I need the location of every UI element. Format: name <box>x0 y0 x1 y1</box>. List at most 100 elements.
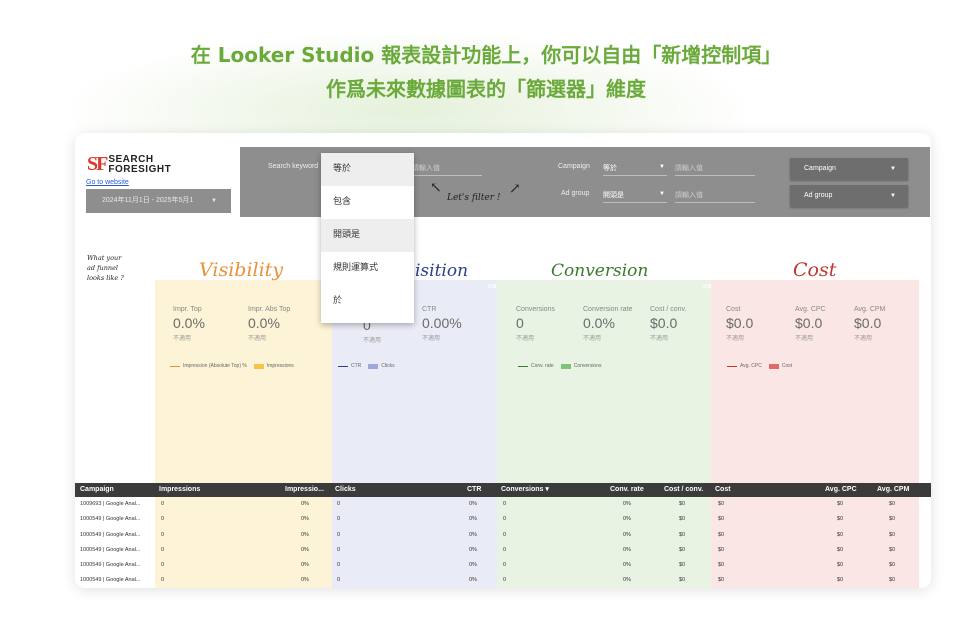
table-row[interactable]: 1000549 | Google Anal... 0 0% 0 0% 0 0% $0 $0 $0 $… <box>75 542 931 559</box>
row-cell-bg <box>919 497 931 513</box>
dropdown-option-regex[interactable]: 規則運算式 <box>321 252 414 285</box>
dropdown-option-equals[interactable]: 等於 <box>321 153 414 186</box>
table-cell: 0 <box>161 501 165 507</box>
legend-label: Clicks <box>381 363 395 369</box>
dropdown-option-contains[interactable]: 包含 <box>321 186 414 219</box>
funnel-note-line-1: What your <box>87 254 122 262</box>
go-to-website-link[interactable]: Go to website <box>86 179 129 186</box>
headline: 在 Looker Studio 報表設計功能上，你可以自由「新增控制項」 作爲未… <box>0 38 972 106</box>
col-cost[interactable]: Cost <box>715 483 731 497</box>
row-cell-bg <box>711 542 919 559</box>
col-ctr[interactable]: CTR <box>467 483 481 497</box>
adgroup-button-label: Ad group <box>804 192 833 199</box>
caret-down-icon: ▼ <box>890 166 896 172</box>
row-cell-bg <box>919 558 931 574</box>
table-body: 1009693 | Google Anal... 0 0% 0 0% 0 0% $0 $0 $0 $… <box>75 497 931 588</box>
col-conversions[interactable]: Conversions ▾ <box>501 483 549 497</box>
table-row[interactable]: 1009693 | Google Anal... 0 0% 0 0% 0 0% $0 $0 $0 $… <box>75 497 931 513</box>
table-cell: 1000549 | Google Anal... <box>80 516 141 523</box>
table-cell: $0 <box>679 531 686 538</box>
funnel-note: What your ad funnel looks like ? <box>87 253 124 283</box>
table-cell: 1000549 | Google Anal... <box>80 562 141 569</box>
table-cell: $0 <box>837 562 844 569</box>
col-campaign[interactable]: Campaign <box>80 483 114 497</box>
adgroup-filter-label: Ad group <box>561 190 590 197</box>
metric-value: $0.0 <box>726 315 754 331</box>
campaign-dropdown-button[interactable]: Campaign ▼ <box>790 158 908 180</box>
col-clicks[interactable]: Clicks <box>335 483 356 497</box>
table-header: Campaign Impressions Impressio... Clicks… <box>75 483 931 497</box>
campaign-value-input[interactable]: 請輸入值 <box>675 163 755 176</box>
logo-wordmark: SEARCH FORESIGHT <box>108 154 171 175</box>
table-cell: 0% <box>469 516 477 523</box>
table-row[interactable]: 1000549 | Google Anal... 0 0% 0 0% 0 0% $0 $0 $0 $… <box>75 573 931 588</box>
table-cell: $0 <box>837 531 844 538</box>
table-cell: 0% <box>301 546 309 553</box>
legend-label: Conv. rate <box>531 363 554 369</box>
table-cell: $0 <box>837 577 844 584</box>
row-cell-bg <box>711 497 919 513</box>
col-conv-rate[interactable]: Conv. rate <box>610 483 644 497</box>
metric-value: $0.0 <box>795 315 823 331</box>
adgroup-operator-select[interactable]: 開頭是 ▼ <box>603 190 667 203</box>
legend-line-swatch <box>170 365 180 367</box>
campaign-operator-select[interactable]: 等於 ▼ <box>603 163 667 176</box>
dropdown-option-starts-with[interactable]: 開頭是 <box>321 219 414 252</box>
col-impr-abs-top[interactable]: Impressio... <box>285 483 324 497</box>
search-keyword-label: Search keyword <box>268 163 319 170</box>
table-cell: $0 <box>837 516 844 523</box>
table-cell: 0 <box>337 562 341 569</box>
legend-box-swatch <box>768 363 779 369</box>
legend-label: Cost <box>781 363 793 369</box>
col-impressions[interactable]: Impressions <box>159 483 200 497</box>
acquisition-title: isition <box>415 261 469 281</box>
col-avg-cpc[interactable]: Avg. CPC <box>825 483 857 497</box>
visibility-legend: Impression (Absolute Top) % Impressions <box>170 363 294 369</box>
cost-legend: Avg. CPC Cost <box>727 363 792 369</box>
table-cell: $0 <box>889 531 896 538</box>
table-cell: $0 <box>679 546 686 553</box>
table-cell: 0 <box>503 546 507 553</box>
metric-cost: Cost $0.0 不適用 <box>726 306 753 342</box>
col-cost-per-conv[interactable]: Cost / conv. <box>664 483 703 497</box>
campaign-filter-label: Campaign <box>558 163 590 170</box>
row-cell-bg <box>919 573 931 588</box>
legend-box-swatch <box>253 363 264 369</box>
adgroup-value-input[interactable]: 請輸入值 <box>675 190 755 203</box>
metric-value: 0.0% <box>248 315 280 331</box>
table-cell: $0 <box>718 501 725 507</box>
search-keyword-input[interactable]: 請輸入值 <box>412 163 482 176</box>
filter-arrow-left-icon: ↖ <box>430 180 442 196</box>
metric-conversion-rate: Conversion rate 0.0% 不適用 <box>583 306 632 342</box>
caret-down-icon: ▼ <box>211 198 217 204</box>
table-cell: 0 <box>337 546 341 553</box>
table-cell: 0% <box>623 562 631 569</box>
table-cell: $0 <box>889 516 896 523</box>
legend-label: CTR <box>351 363 362 369</box>
legend-line-swatch <box>518 365 528 367</box>
table-cell: 0% <box>301 531 309 538</box>
conversion-legend: Conv. rate Conversions <box>518 363 602 369</box>
table-cell: $0 <box>718 516 725 523</box>
legend-label: Impression (Absolute Top) % <box>183 363 247 369</box>
conversion-title: Conversion <box>551 261 649 281</box>
table-row[interactable]: 1000549 | Google Anal... 0 0% 0 0% 0 0% $0 $0 $0 $… <box>75 512 931 528</box>
campaign-table: Campaign Impressions Impressio... Clicks… <box>75 483 931 588</box>
table-cell: 0 <box>503 577 507 584</box>
headline-line-2: 作爲未來數據圖表的「篩選器」維度 <box>326 77 646 101</box>
table-cell: 0% <box>623 577 631 584</box>
date-range-picker[interactable]: 2024年11月1日 - 2025年5月1 ▼ <box>86 189 231 213</box>
adgroup-dropdown-button[interactable]: Ad group ▼ <box>790 185 908 207</box>
dropdown-option-in[interactable]: 於 <box>321 285 414 318</box>
metric-sub: 不適用 <box>173 335 192 342</box>
metric-impr-abs-top: Impr. Abs Top 0.0% 不適用 <box>248 306 290 342</box>
table-cell: 0% <box>301 562 309 569</box>
headline-line-1: 在 Looker Studio 報表設計功能上，你可以自由「新增控制項」 <box>190 43 782 67</box>
brand-logo[interactable]: SF SEARCH FORESIGHT <box>87 153 171 176</box>
table-cell: 0% <box>623 516 631 523</box>
metric-value: $0.0 <box>650 315 678 331</box>
table-row[interactable]: 1000549 | Google Anal... 0 0% 0 0% 0 0% $0 $0 $0 $… <box>75 558 931 574</box>
table-row[interactable]: 1000549 | Google Anal... 0 0% 0 0% 0 0% $0 $0 $0 $… <box>75 527 931 543</box>
col-avg-cpm[interactable]: Avg. CPM <box>877 483 909 497</box>
table-cell: 0 <box>337 531 341 538</box>
